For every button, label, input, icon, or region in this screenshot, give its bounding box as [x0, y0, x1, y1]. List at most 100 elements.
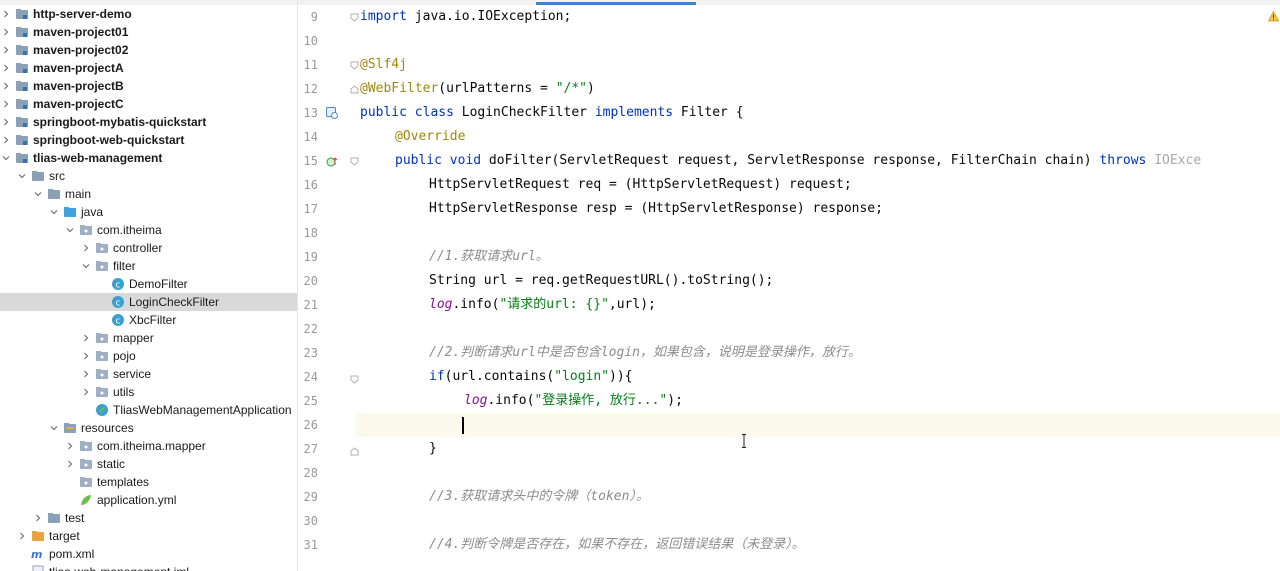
project-tree[interactable]: http-server-demo maven-project01 maven-pro… — [0, 5, 297, 571]
tree-item[interactable]: resources — [0, 419, 297, 437]
source-folder-icon — [63, 205, 77, 219]
override-gutter-icon[interactable] — [326, 156, 338, 168]
line-number: 28 — [303, 466, 318, 480]
chevron-right-icon[interactable] — [80, 383, 92, 401]
tree-item-label: TliasWebManagementApplication — [113, 403, 292, 417]
implements-gutter-icon[interactable] — [326, 107, 338, 119]
code-line-20[interactable]: String url = req.getRequestURL().toStrin… — [355, 269, 1280, 293]
tree-item[interactable]: com.itheima.mapper — [0, 437, 297, 455]
tree-item[interactable]: http-server-demo — [0, 5, 297, 23]
code-line-14[interactable]: @Override — [355, 125, 1280, 149]
tree-item[interactable]: utils — [0, 383, 297, 401]
code-line-31[interactable]: //4.判断令牌是否存在，如果不存在，返回错误结果（未登录）。 — [355, 533, 1280, 557]
warning-icon[interactable] — [1268, 11, 1279, 22]
code-line-29[interactable]: //3.获取请求头中的令牌（token）。 — [355, 485, 1280, 509]
fold-marker-icon[interactable] — [350, 61, 359, 70]
fold-marker-icon[interactable] — [350, 375, 359, 384]
chevron-down-icon[interactable] — [32, 185, 44, 203]
code-line-13[interactable]: public class LoginCheckFilter implements… — [355, 101, 1280, 125]
line-number: 12 — [303, 82, 318, 96]
tree-item[interactable]: pojo — [0, 347, 297, 365]
code-line-12[interactable]: @WebFilter(urlPatterns = "/*") — [355, 77, 1280, 101]
tree-item[interactable]: src — [0, 167, 297, 185]
chevron-down-icon[interactable] — [48, 419, 60, 437]
resources-folder-icon — [63, 421, 77, 435]
chevron-right-icon[interactable] — [0, 5, 12, 23]
tree-item[interactable]: filter — [0, 257, 297, 275]
tree-item[interactable]: maven-project01 — [0, 23, 297, 41]
chevron-down-icon[interactable] — [80, 257, 92, 275]
tree-item[interactable]: templates — [0, 473, 297, 491]
chevron-right-icon[interactable] — [0, 95, 12, 113]
tree-item[interactable]: test — [0, 509, 297, 527]
code-line-15[interactable]: public void doFilter(ServletRequest requ… — [355, 149, 1280, 173]
tree-item[interactable]: m pom.xml — [0, 545, 297, 563]
code-line-24[interactable]: if(url.contains("login")){ — [355, 365, 1280, 389]
line-number: 26 — [303, 418, 318, 432]
tree-item-label: maven-project02 — [33, 43, 129, 57]
chevron-right-icon[interactable] — [0, 113, 12, 131]
tree-item[interactable]: c DemoFilter — [0, 275, 297, 293]
tree-item[interactable]: service — [0, 365, 297, 383]
tree-item[interactable]: c LoginCheckFilter — [0, 293, 297, 311]
chevron-right-icon[interactable] — [0, 23, 12, 41]
code-editor[interactable]: import java.io.IOException; @Slf4j @WebF… — [355, 5, 1280, 571]
code-line-27[interactable]: } — [355, 437, 1280, 461]
tree-item[interactable]: com.itheima — [0, 221, 297, 239]
chevron-right-icon[interactable] — [80, 239, 92, 257]
chevron-right-icon[interactable] — [16, 527, 28, 545]
tree-item[interactable]: mapper — [0, 329, 297, 347]
token-text: doFilter(ServletRequest request, Servlet… — [481, 153, 1100, 168]
tree-item[interactable]: target — [0, 527, 297, 545]
fold-marker-icon[interactable] — [350, 13, 359, 22]
fold-marker-icon[interactable] — [350, 447, 359, 456]
code-line-25[interactable]: log.info("登录操作, 放行..."); — [355, 389, 1280, 413]
tree-item[interactable]: springboot-mybatis-quickstart — [0, 113, 297, 131]
tree-item[interactable]: maven-projectA — [0, 59, 297, 77]
code-line-19[interactable]: //1.获取请求url。 — [355, 245, 1280, 269]
chevron-right-icon[interactable] — [80, 347, 92, 365]
chevron-right-icon[interactable] — [0, 77, 12, 95]
chevron-right-icon[interactable] — [80, 365, 92, 383]
fold-marker-icon[interactable] — [350, 85, 359, 94]
code-line-16[interactable]: HttpServletRequest req = (HttpServletReq… — [355, 173, 1280, 197]
chevron-right-icon[interactable] — [64, 455, 76, 473]
tree-item[interactable]: maven-project02 — [0, 41, 297, 59]
chevron-down-icon[interactable] — [16, 167, 28, 185]
package-icon — [79, 439, 93, 453]
chevron-right-icon[interactable] — [80, 329, 92, 347]
chevron-down-icon[interactable] — [64, 221, 76, 239]
tree-item[interactable]: controller — [0, 239, 297, 257]
code-line-9[interactable]: import java.io.IOException; — [355, 5, 1280, 29]
chevron-right-icon[interactable] — [0, 131, 12, 149]
fold-marker-icon[interactable] — [350, 157, 359, 166]
code-line-23[interactable]: //2.判断请求url中是否包含login，如果包含，说明是登录操作，放行。 — [355, 341, 1280, 365]
code-line-21[interactable]: log.info("请求的url: {}",url); — [355, 293, 1280, 317]
tree-item[interactable]: tlias-web-management — [0, 149, 297, 167]
tree-item-label: tlias-web-management — [33, 151, 163, 165]
tree-item[interactable]: maven-projectC — [0, 95, 297, 113]
tree-item[interactable]: tlias-web-management.iml — [0, 563, 297, 571]
java-class-icon: c — [111, 277, 125, 291]
line-number: 16 — [303, 178, 318, 192]
tree-item[interactable]: c XbcFilter — [0, 311, 297, 329]
chevron-right-icon[interactable] — [32, 509, 44, 527]
tree-item[interactable]: static — [0, 455, 297, 473]
package-icon — [95, 259, 109, 273]
code-line-17[interactable]: HttpServletResponse resp = (HttpServletR… — [355, 197, 1280, 221]
tree-item[interactable]: main — [0, 185, 297, 203]
chevron-right-icon[interactable] — [0, 41, 12, 59]
chevron-down-icon[interactable] — [48, 203, 60, 221]
code-line-26-current[interactable] — [355, 413, 1280, 437]
tree-item[interactable]: springboot-web-quickstart — [0, 131, 297, 149]
chevron-right-icon[interactable] — [64, 437, 76, 455]
token-string: "请求的url: {}" — [499, 297, 609, 312]
tree-item[interactable]: TliasWebManagementApplication — [0, 401, 297, 419]
chevron-right-icon[interactable] — [0, 59, 12, 77]
token-text: ,url); — [608, 297, 656, 312]
code-line-11[interactable]: @Slf4j — [355, 53, 1280, 77]
tree-item[interactable]: maven-projectB — [0, 77, 297, 95]
tree-item[interactable]: application.yml — [0, 491, 297, 509]
chevron-down-icon[interactable] — [0, 149, 12, 167]
tree-item[interactable]: java — [0, 203, 297, 221]
